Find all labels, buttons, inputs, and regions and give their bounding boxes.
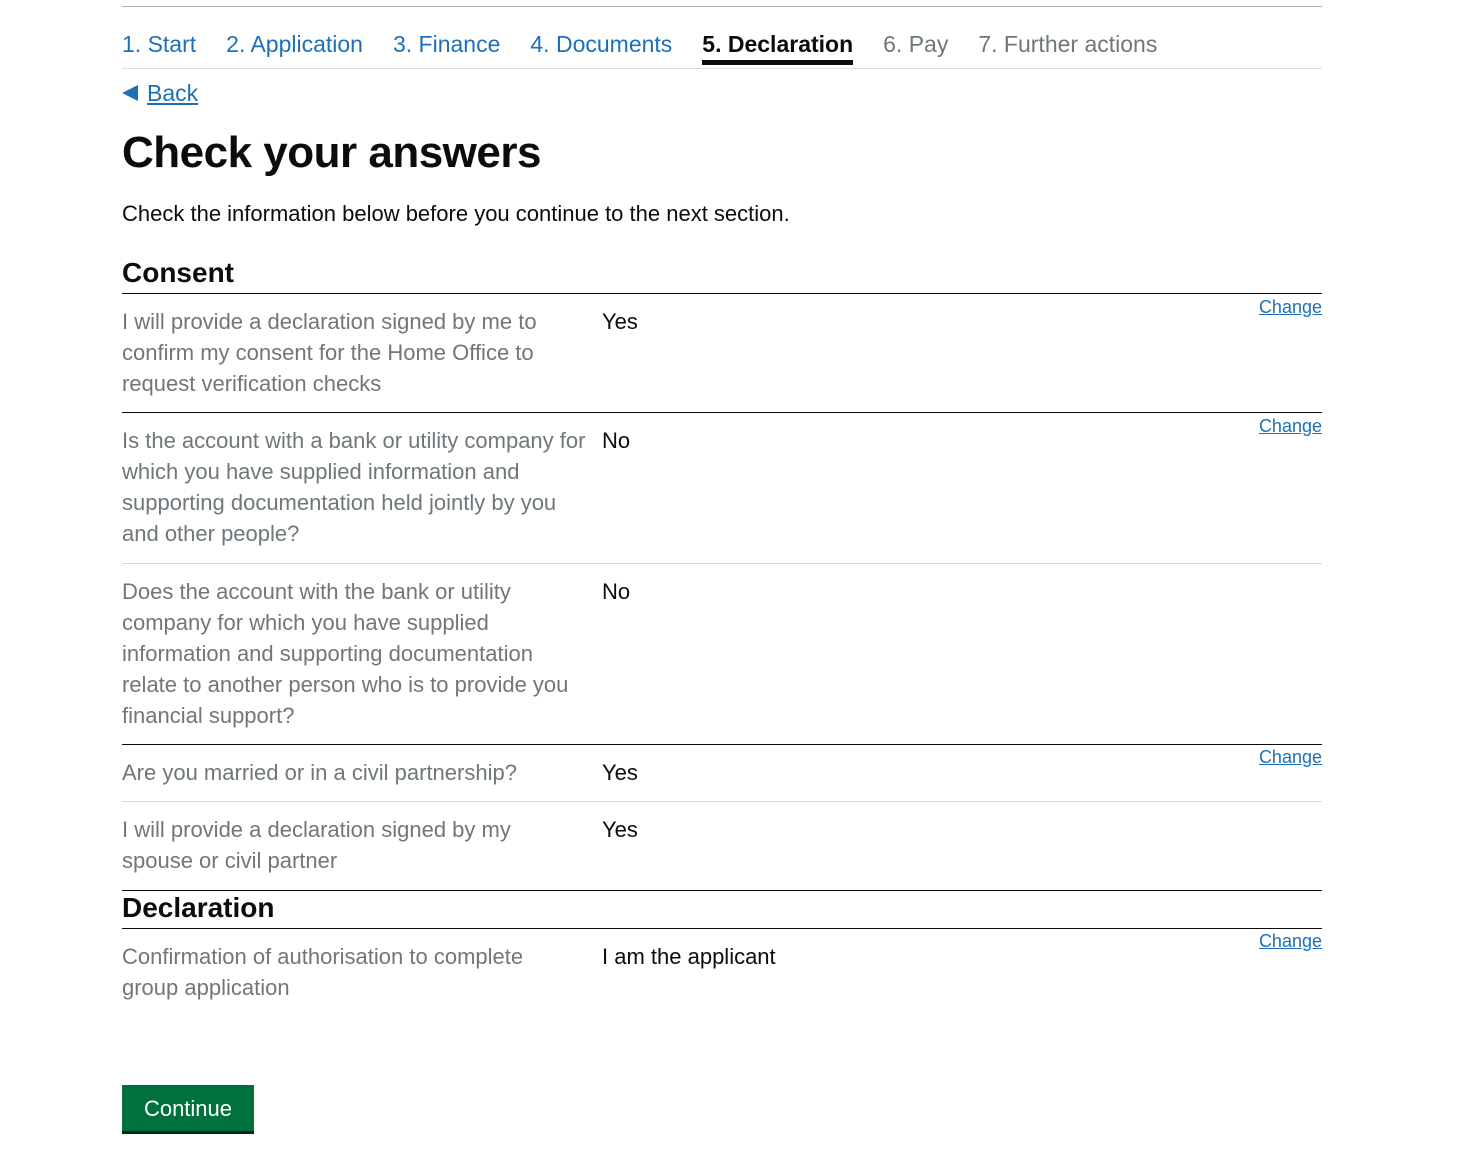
change-link[interactable]: Change xyxy=(1259,295,1322,319)
step-application[interactable]: 2. Application xyxy=(226,28,363,60)
row-key: I will provide a declaration signed by m… xyxy=(122,309,537,396)
row-key: Confirmation of authorisation to complet… xyxy=(122,944,524,1000)
row-value: I am the applicant xyxy=(602,944,776,969)
row-value: Yes xyxy=(602,760,638,785)
row-value: Yes xyxy=(602,309,638,334)
top-divider xyxy=(122,6,1322,7)
section-heading-consent: Consent xyxy=(122,257,234,288)
step-pay: 6. Pay xyxy=(883,31,949,57)
row-key: Are you married or in a civil partnershi… xyxy=(122,760,517,785)
change-link[interactable]: Change xyxy=(1259,745,1322,769)
divider xyxy=(122,801,1322,802)
back-arrow-icon xyxy=(122,85,138,101)
change-link[interactable]: Change xyxy=(1259,929,1322,953)
step-further-actions: 7. Further actions xyxy=(978,31,1158,57)
step-navigation: 1. Start 2. Application 3. Finance 4. Do… xyxy=(122,28,1322,69)
intro-text: Check the information below before you c… xyxy=(122,201,790,226)
back-link-container[interactable]: Back xyxy=(122,78,198,108)
page-title: Check your answers xyxy=(122,128,541,177)
row-value: No xyxy=(602,428,631,453)
divider xyxy=(122,890,1322,891)
row-key: Is the account with a bank or utility co… xyxy=(122,428,586,546)
divider xyxy=(122,293,1322,294)
divider xyxy=(122,744,1322,745)
divider xyxy=(122,563,1322,564)
row-key: I will provide a declaration signed by m… xyxy=(122,817,511,873)
step-declaration-current: 5. Declaration xyxy=(702,28,854,65)
row-key: Does the account with the bank or utilit… xyxy=(122,579,569,728)
divider xyxy=(122,928,1322,929)
section-heading-declaration: Declaration xyxy=(122,892,275,923)
step-start[interactable]: 1. Start xyxy=(122,28,196,60)
change-link[interactable]: Change xyxy=(1259,414,1322,438)
step-documents[interactable]: 4. Documents xyxy=(530,28,672,60)
divider xyxy=(122,412,1322,413)
step-finance[interactable]: 3. Finance xyxy=(393,28,500,60)
row-value: Yes xyxy=(602,817,638,842)
back-link[interactable]: Back xyxy=(147,78,198,108)
row-value: No xyxy=(602,579,631,604)
continue-button[interactable]: Continue xyxy=(122,1085,254,1131)
